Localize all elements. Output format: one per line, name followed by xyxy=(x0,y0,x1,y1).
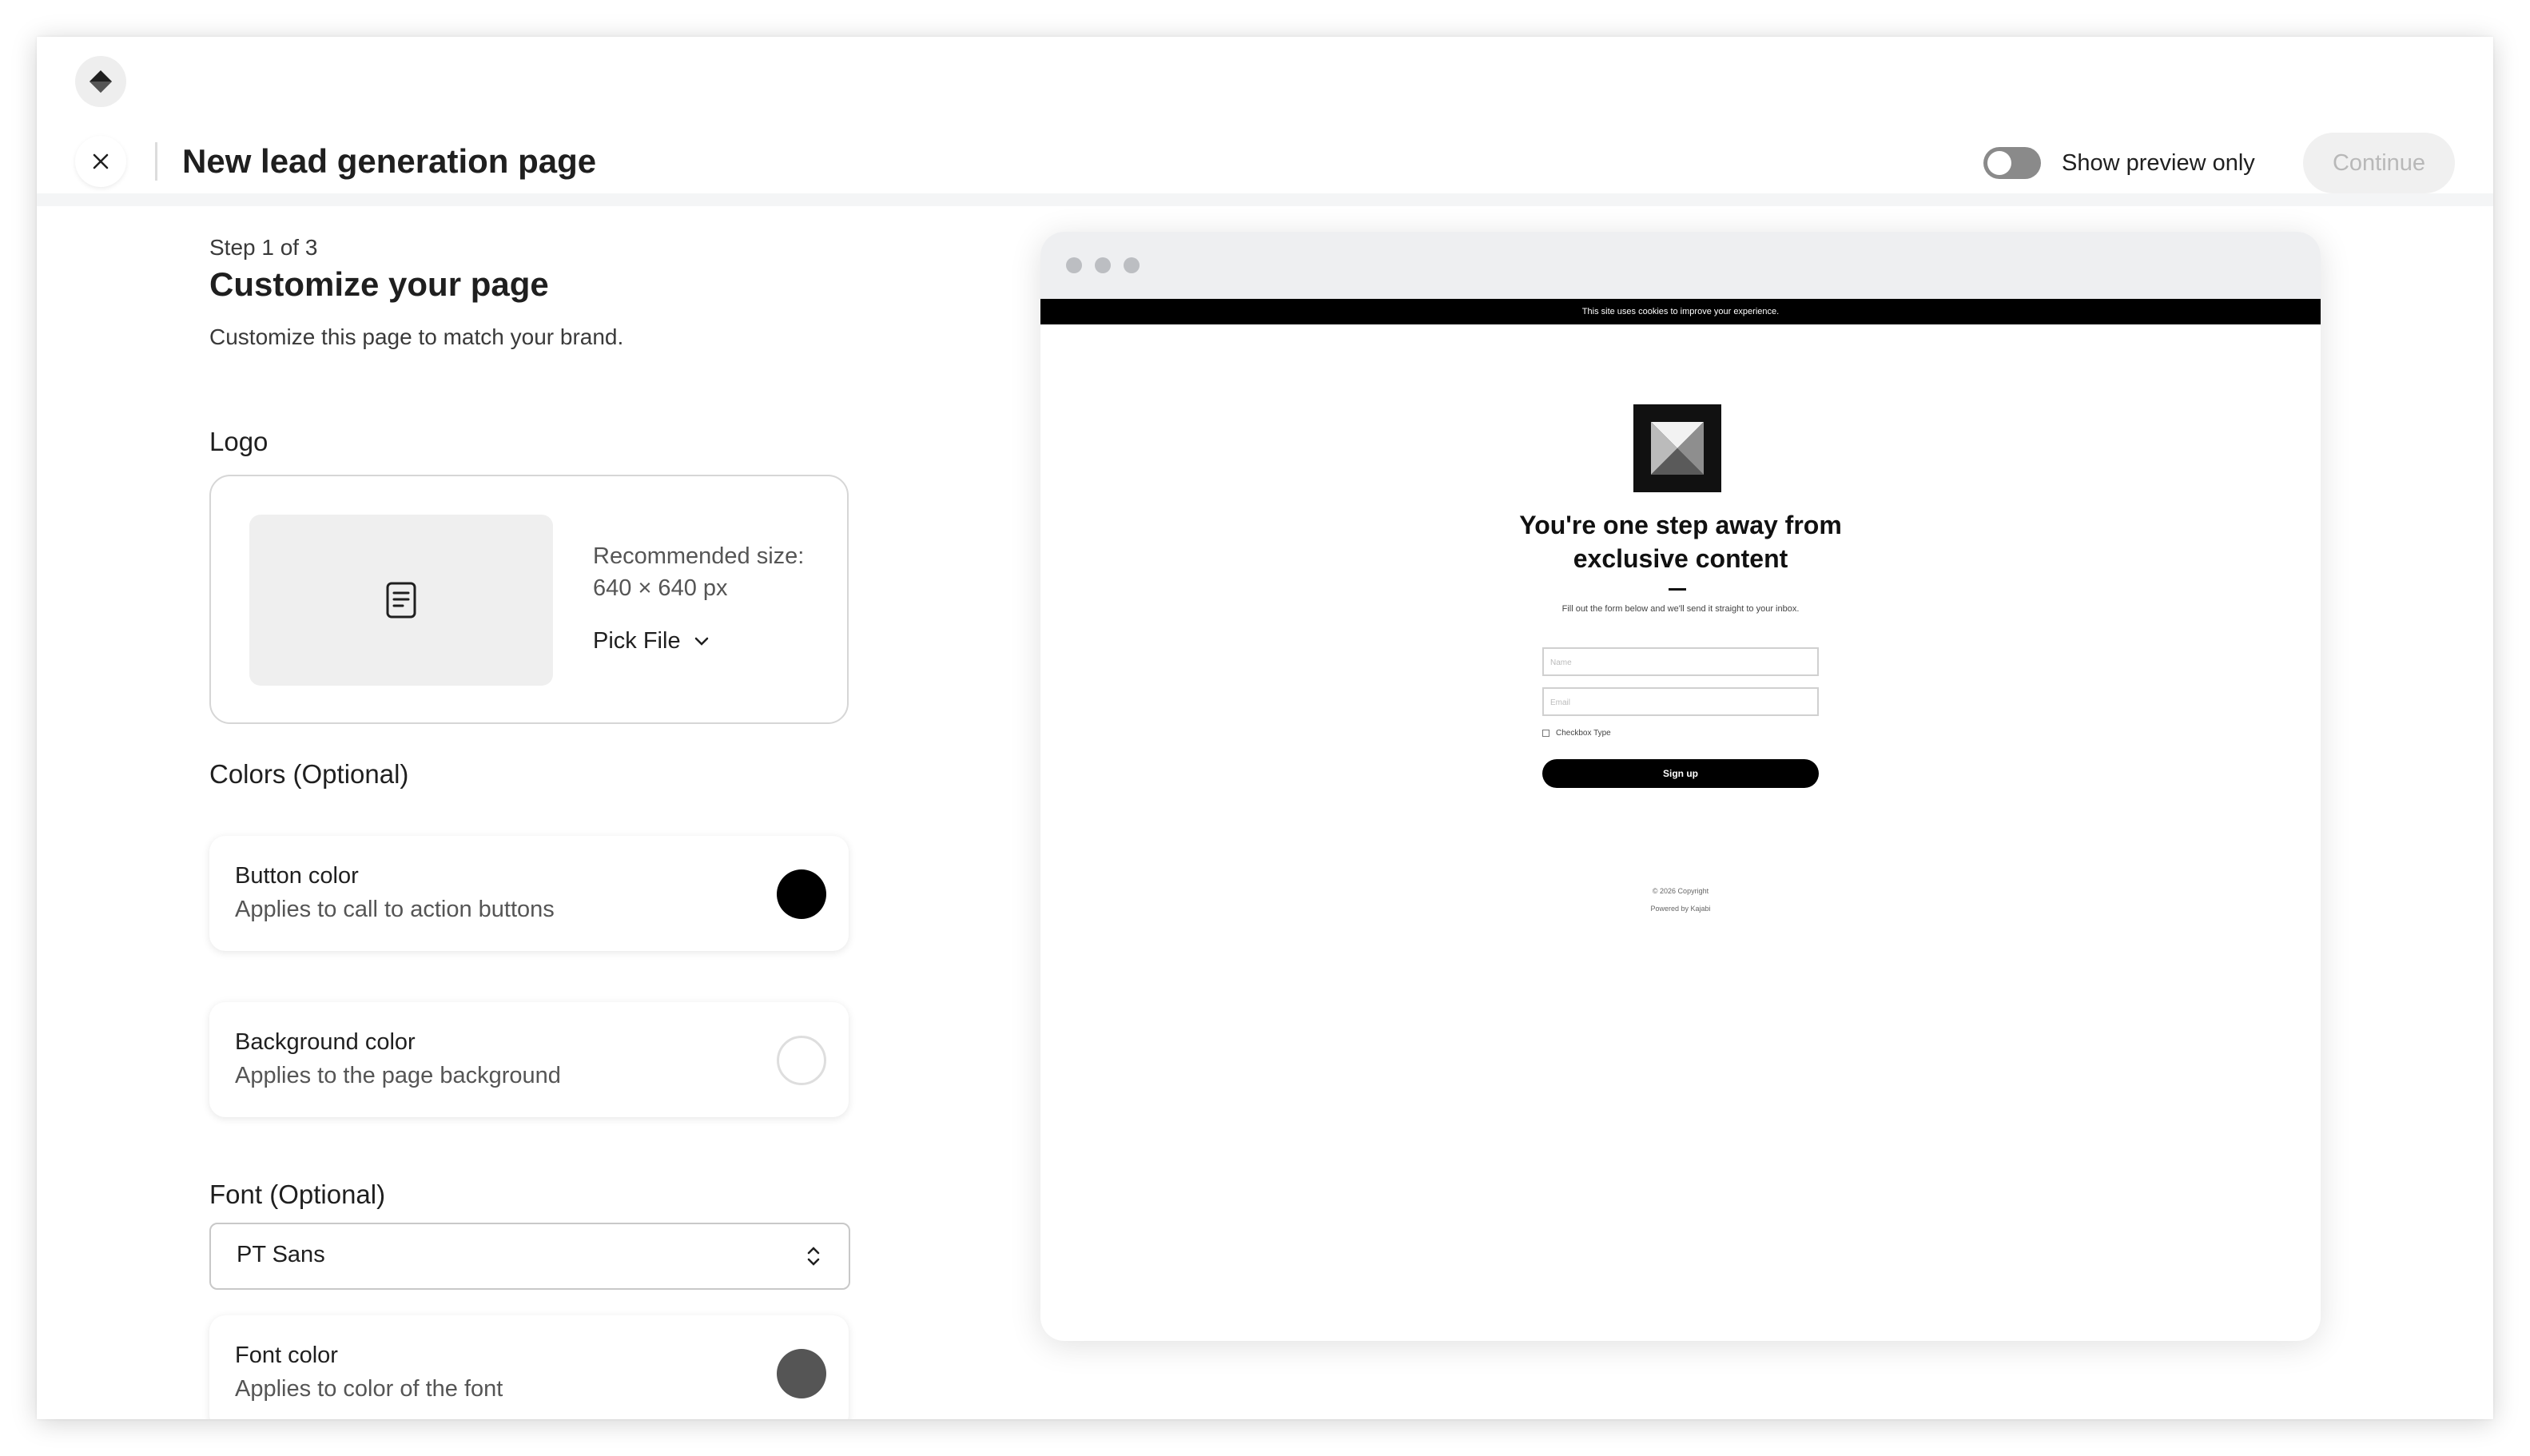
step-indicator: Step 1 of 3 xyxy=(209,235,318,260)
chevron-down-icon xyxy=(694,637,708,646)
font-color-title: Font color xyxy=(235,1343,338,1368)
preview-name-input[interactable]: Name xyxy=(1542,647,1819,676)
button-color-swatch[interactable] xyxy=(777,869,826,919)
chevron-updown-icon xyxy=(807,1247,820,1266)
font-select-value: PT Sans xyxy=(237,1242,325,1267)
background-color-card[interactable]: Background color Applies to the page bac… xyxy=(209,1002,849,1117)
preview-logo xyxy=(1633,404,1721,492)
window-dot xyxy=(1095,257,1111,273)
preview-checkbox[interactable]: Checkbox Type xyxy=(1542,729,1611,738)
page-preview: This site uses cookies to improve your e… xyxy=(1040,232,2321,1341)
button-color-title: Button color xyxy=(235,863,359,889)
logo-dropzone[interactable] xyxy=(249,515,553,686)
window-dot xyxy=(1066,257,1082,273)
font-select[interactable]: PT Sans xyxy=(209,1223,850,1290)
logo-upload-card: Recommended size: 640 × 640 px Pick File xyxy=(209,475,849,724)
preview-copyright: © 2026 Copyright xyxy=(1652,887,1709,895)
show-preview-toggle[interactable] xyxy=(1983,147,2041,179)
preview-powered-by: Powered by Kajabi xyxy=(1650,905,1711,913)
font-color-subtitle: Applies to color of the font xyxy=(235,1376,503,1402)
page-header: New lead generation page Show preview on… xyxy=(37,120,2493,203)
font-label: Font (Optional) xyxy=(209,1180,386,1209)
window-dot xyxy=(1124,257,1140,273)
background-color-subtitle: Applies to the page background xyxy=(235,1063,561,1088)
logo-label: Logo xyxy=(209,427,269,456)
checkbox-box[interactable] xyxy=(1542,730,1549,737)
preview-divider xyxy=(1669,588,1686,591)
pick-file-button[interactable]: Pick File xyxy=(593,628,710,654)
close-icon xyxy=(93,153,109,169)
preview-checkbox-label: Checkbox Type xyxy=(1556,729,1611,738)
recommended-size-text: Recommended size: 640 × 640 px xyxy=(593,543,805,601)
header-separator xyxy=(37,193,2493,206)
app-logo-icon xyxy=(75,56,126,107)
button-color-card[interactable]: Button color Applies to call to action b… xyxy=(209,836,849,951)
file-icon xyxy=(386,582,416,619)
preview-description: Fill out the form below and we'll send i… xyxy=(1561,604,1800,614)
colors-label: Colors (Optional) xyxy=(209,759,409,789)
preview-email-input[interactable]: Email xyxy=(1542,687,1819,716)
preview-signup-button[interactable]: Sign up xyxy=(1542,759,1819,788)
cookie-banner: This site uses cookies to improve your e… xyxy=(1040,299,2321,324)
font-color-swatch[interactable] xyxy=(777,1349,826,1398)
app-window: New lead generation page Show preview on… xyxy=(37,37,2493,1419)
show-preview-label: Show preview only xyxy=(2062,150,2255,176)
header-divider xyxy=(155,142,157,181)
pick-file-label: Pick File xyxy=(593,628,681,654)
background-color-swatch[interactable] xyxy=(777,1036,826,1085)
preview-headline: You're one step away from exclusive cont… xyxy=(1519,511,1842,573)
page-title: New lead generation page xyxy=(182,142,597,180)
browser-bar xyxy=(1040,232,2321,299)
section-description: Customize this page to match your brand. xyxy=(209,324,624,349)
button-color-subtitle: Applies to call to action buttons xyxy=(235,897,555,922)
section-title: Customize your page xyxy=(209,265,549,303)
close-button[interactable] xyxy=(75,136,126,187)
background-color-title: Background color xyxy=(235,1029,416,1055)
font-color-card[interactable]: Font color Applies to color of the font xyxy=(209,1315,849,1419)
continue-button[interactable]: Continue xyxy=(2303,133,2455,193)
